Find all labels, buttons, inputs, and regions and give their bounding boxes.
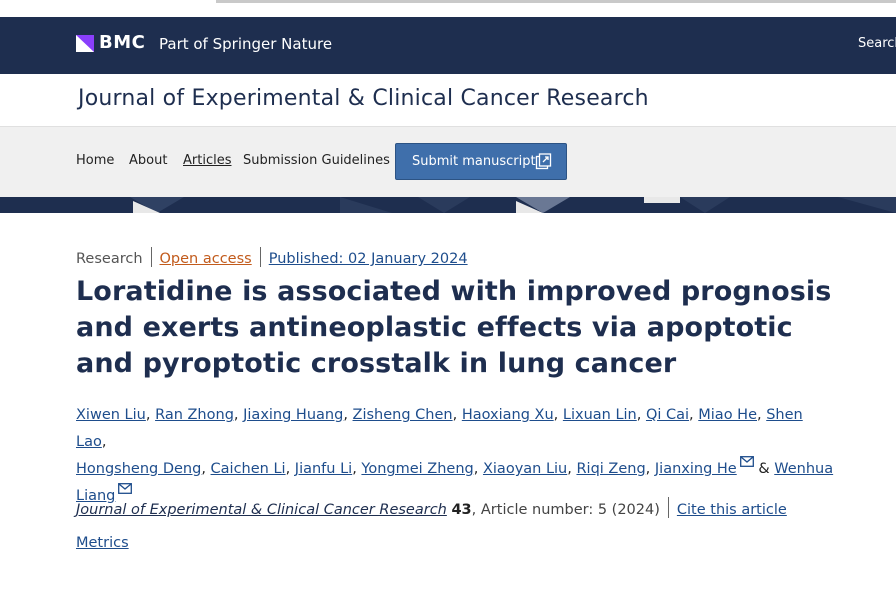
divider bbox=[667, 497, 669, 518]
nav-about[interactable]: About bbox=[129, 153, 167, 168]
open-access-link[interactable]: Open access bbox=[160, 251, 252, 267]
divider bbox=[150, 247, 152, 267]
author-link[interactable]: Riqi Zeng bbox=[576, 461, 645, 477]
article-type: Research bbox=[76, 251, 143, 267]
article-meta-line: Research Open access Published: 02 January… bbox=[76, 247, 468, 267]
author-link[interactable]: Miao He bbox=[698, 407, 757, 423]
article-title: Loratidine is associated with improved p… bbox=[76, 276, 832, 379]
mail-icon[interactable] bbox=[739, 456, 754, 467]
top-grey-bar bbox=[216, 0, 896, 3]
author-link[interactable]: Ran Zhong bbox=[155, 407, 234, 423]
mail-icon[interactable] bbox=[118, 483, 133, 494]
submit-manuscript-label: Submit manuscript bbox=[412, 154, 536, 169]
author-link[interactable]: Qi Cai bbox=[646, 407, 689, 423]
citation-journal-link[interactable]: Journal of Experimental & Clinical Cance… bbox=[76, 502, 447, 518]
citation-line: Journal of Experimental & Clinical Cance… bbox=[76, 497, 787, 518]
author-link[interactable]: Jianxing He bbox=[655, 461, 737, 477]
decorative-pattern-band bbox=[0, 197, 896, 213]
author-link[interactable]: Hongsheng Deng bbox=[76, 461, 201, 477]
author-link[interactable]: Jiaxing Huang bbox=[243, 407, 343, 423]
nav-home[interactable]: Home bbox=[76, 153, 114, 168]
submit-manuscript-button[interactable]: Submit manuscript bbox=[395, 143, 567, 180]
springer-nature-subtitle: Part of Springer Nature bbox=[159, 35, 333, 53]
published-date-link[interactable]: Published: 02 January 2024 bbox=[269, 251, 468, 267]
nav-articles[interactable]: Articles bbox=[183, 153, 231, 168]
browser-top-strip bbox=[0, 0, 896, 17]
author-link[interactable]: Zisheng Chen bbox=[353, 407, 453, 423]
author-link[interactable]: Caichen Li bbox=[211, 461, 286, 477]
citation-volume: 43 bbox=[451, 502, 472, 518]
author-link[interactable]: Jianfu Li bbox=[295, 461, 352, 477]
author-list: Xiwen Liu, Ran Zhong, Jiaxing Huang, Zis… bbox=[76, 407, 834, 504]
bmc-logo-text[interactable]: BMC bbox=[99, 32, 145, 53]
author-link[interactable]: Haoxiang Xu bbox=[462, 407, 554, 423]
divider bbox=[259, 247, 261, 267]
author-link[interactable]: Lixuan Lin bbox=[563, 407, 637, 423]
bmc-logo-icon[interactable] bbox=[76, 35, 94, 52]
author-link[interactable]: Xiwen Liu bbox=[76, 407, 146, 423]
cite-this-article-link[interactable]: Cite this article bbox=[677, 502, 787, 518]
author-link[interactable]: Yongmei Zheng bbox=[361, 461, 473, 477]
metrics-link[interactable]: Metrics bbox=[76, 535, 129, 551]
journal-title[interactable]: Journal of Experimental & Clinical Cance… bbox=[78, 86, 649, 111]
external-link-icon bbox=[535, 153, 552, 170]
search-link[interactable]: Search bbox=[858, 36, 896, 51]
author-link[interactable]: Xiaoyan Liu bbox=[483, 461, 567, 477]
nav-submission-guidelines[interactable]: Submission Guidelines bbox=[243, 153, 390, 168]
citation-details: , Article number: 5 (2024) bbox=[471, 502, 660, 518]
